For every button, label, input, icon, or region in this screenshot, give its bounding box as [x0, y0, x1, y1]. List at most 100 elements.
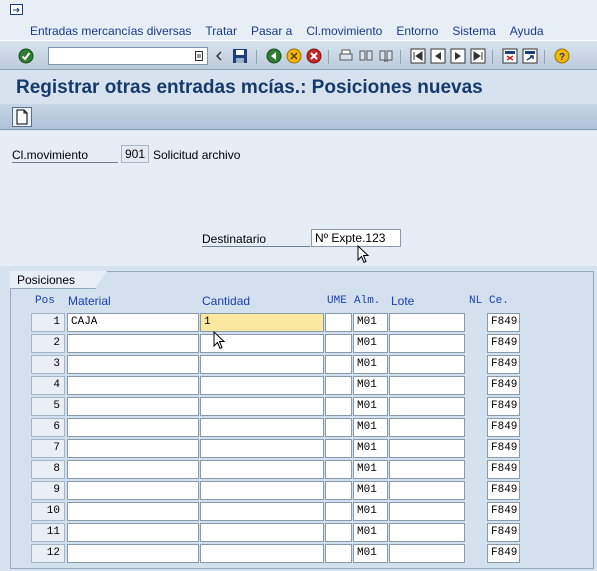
batch-field[interactable] [389, 439, 465, 458]
batch-field[interactable] [389, 523, 465, 542]
uom-field[interactable] [325, 523, 352, 542]
storage-field[interactable]: M01 [353, 355, 388, 374]
plant-field[interactable]: F849 [487, 418, 520, 437]
system-menu-icon[interactable] [10, 4, 24, 16]
material-field[interactable] [67, 523, 199, 542]
plant-field[interactable]: F849 [487, 523, 520, 542]
batch-field[interactable] [389, 502, 465, 521]
last-page-icon[interactable] [470, 48, 486, 64]
quantity-field[interactable] [200, 439, 324, 458]
quantity-field[interactable] [200, 460, 324, 479]
previous-page-icon[interactable] [430, 48, 446, 64]
uom-field[interactable] [325, 544, 352, 563]
next-page-icon[interactable] [450, 48, 466, 64]
quantity-field[interactable] [200, 523, 324, 542]
storage-field[interactable]: M01 [353, 439, 388, 458]
batch-field[interactable] [389, 313, 465, 332]
quantity-field[interactable]: 1 [200, 313, 324, 332]
plant-field[interactable]: F849 [487, 460, 520, 479]
storage-field[interactable]: M01 [353, 397, 388, 416]
quantity-field[interactable] [200, 397, 324, 416]
quantity-field[interactable] [200, 376, 324, 395]
uom-field[interactable] [325, 460, 352, 479]
uom-field[interactable] [325, 376, 352, 395]
exit-icon[interactable] [286, 48, 302, 64]
plant-field[interactable]: F849 [487, 544, 520, 563]
material-field[interactable] [67, 418, 199, 437]
find-next-icon[interactable] [378, 48, 394, 64]
plant-field[interactable]: F849 [487, 313, 520, 332]
menu-item-entradas[interactable]: Entradas mercancías diversas [30, 24, 191, 38]
material-field[interactable] [67, 355, 199, 374]
plant-field[interactable]: F849 [487, 481, 520, 500]
uom-field[interactable] [325, 334, 352, 353]
batch-field[interactable] [389, 397, 465, 416]
command-field[interactable] [48, 47, 208, 65]
batch-field[interactable] [389, 544, 465, 563]
menu-item-cl-movimiento[interactable]: Cl.movimiento [306, 24, 382, 38]
storage-field[interactable]: M01 [353, 418, 388, 437]
material-field[interactable] [67, 544, 199, 563]
material-field[interactable] [67, 481, 199, 500]
uom-field[interactable] [325, 418, 352, 437]
print-icon[interactable] [338, 48, 354, 64]
material-field[interactable] [67, 439, 199, 458]
uom-field[interactable] [325, 355, 352, 374]
quantity-field[interactable] [200, 334, 324, 353]
storage-field[interactable]: M01 [353, 544, 388, 563]
menu-item-entorno[interactable]: Entorno [396, 24, 438, 38]
recipient-field[interactable]: Nº Expte.123 [311, 229, 401, 247]
command-history-icon[interactable] [195, 51, 203, 61]
storage-field[interactable]: M01 [353, 481, 388, 500]
plant-field[interactable]: F849 [487, 376, 520, 395]
plant-field[interactable]: F849 [487, 355, 520, 374]
material-field[interactable] [67, 502, 199, 521]
plant-field[interactable]: F849 [487, 439, 520, 458]
storage-field[interactable]: M01 [353, 502, 388, 521]
collapse-icon[interactable] [214, 48, 224, 64]
quantity-field[interactable] [200, 418, 324, 437]
material-field[interactable] [67, 397, 199, 416]
quantity-field[interactable] [200, 355, 324, 374]
new-session-icon[interactable] [502, 48, 518, 64]
shortcut-icon[interactable] [522, 48, 538, 64]
new-document-button[interactable] [12, 107, 32, 127]
uom-field[interactable] [325, 313, 352, 332]
material-field[interactable] [67, 376, 199, 395]
batch-field[interactable] [389, 355, 465, 374]
menu-item-ayuda[interactable]: Ayuda [510, 24, 544, 38]
find-icon[interactable] [358, 48, 374, 64]
plant-field[interactable]: F849 [487, 334, 520, 353]
uom-field[interactable] [325, 397, 352, 416]
batch-field[interactable] [389, 334, 465, 353]
storage-field[interactable]: M01 [353, 313, 388, 332]
material-field[interactable] [67, 334, 199, 353]
storage-field[interactable]: M01 [353, 523, 388, 542]
batch-field[interactable] [389, 418, 465, 437]
menu-item-tratar[interactable]: Tratar [205, 24, 237, 38]
uom-field[interactable] [325, 439, 352, 458]
batch-field[interactable] [389, 481, 465, 500]
back-icon[interactable] [266, 48, 282, 64]
material-field[interactable]: CAJA [67, 313, 199, 332]
quantity-field[interactable] [200, 502, 324, 521]
material-field[interactable] [67, 460, 199, 479]
uom-field[interactable] [325, 502, 352, 521]
batch-field[interactable] [389, 460, 465, 479]
storage-field[interactable]: M01 [353, 376, 388, 395]
plant-field[interactable]: F849 [487, 397, 520, 416]
quantity-field[interactable] [200, 481, 324, 500]
enter-icon[interactable] [18, 48, 34, 64]
menu-item-pasar-a[interactable]: Pasar a [251, 24, 292, 38]
quantity-field[interactable] [200, 544, 324, 563]
cancel-icon[interactable] [306, 48, 322, 64]
help-icon[interactable]: ? [554, 48, 570, 64]
storage-field[interactable]: M01 [353, 460, 388, 479]
first-page-icon[interactable] [410, 48, 426, 64]
save-icon[interactable] [232, 48, 248, 64]
plant-field[interactable]: F849 [487, 502, 520, 521]
storage-field[interactable]: M01 [353, 334, 388, 353]
uom-field[interactable] [325, 481, 352, 500]
menu-item-sistema[interactable]: Sistema [452, 24, 495, 38]
batch-field[interactable] [389, 376, 465, 395]
